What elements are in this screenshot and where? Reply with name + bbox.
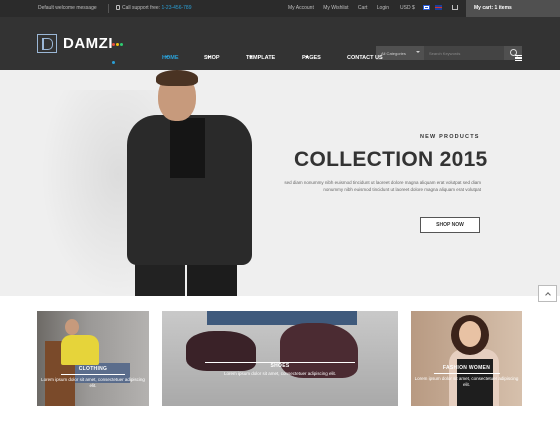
category-select[interactable]: All Categories [376, 46, 424, 60]
account-links: My Account My Wishlist Cart Login [288, 5, 397, 11]
nav-item-label: PAGES [302, 55, 321, 61]
login-link[interactable]: Login [377, 5, 389, 11]
menu-icon[interactable] [515, 55, 522, 62]
cart-link[interactable]: Cart [358, 5, 367, 11]
page: Default welcome message Call support fre… [0, 0, 560, 440]
banner-subtitle: Lorem ipsum dolor sit amet, consectetuer… [223, 371, 337, 376]
nav-item-pages[interactable]: PAGES [302, 55, 321, 61]
banner-subtitle: Lorem ipsum dolor sit amet, consectetuer… [414, 376, 519, 387]
category-select-value: All Categories [381, 51, 406, 56]
banner-subtitle: Lorem ipsum dolor sit amet, consectetuer… [41, 377, 145, 388]
banner-title: SHOES [270, 363, 290, 369]
hero-title: COLLECTION 2015 [294, 148, 488, 171]
divider [108, 4, 109, 13]
language-flag-icon[interactable] [423, 5, 430, 10]
logo-dot [120, 43, 123, 46]
nav-item-label: TEMPLATE [246, 55, 276, 61]
nav-item-label: CONTACT US [347, 55, 383, 61]
hero-tag: NEW PRODUCTS [420, 134, 480, 140]
logo-dot [112, 61, 115, 64]
hero-slider: NEW PRODUCTS COLLECTION 2015 sed diam no… [0, 70, 560, 296]
english-flag-icon[interactable] [435, 5, 442, 10]
shop-now-button[interactable]: SHOP NOW [420, 217, 480, 233]
logo-dot [116, 43, 119, 46]
nav-item-template[interactable]: TEMPLATE [246, 55, 275, 61]
nav-item-label: SHOP [204, 55, 220, 61]
logo-text: DAMZI [63, 35, 113, 52]
header: DAMZI All Categories HOME SHOP TEMPLATE … [0, 17, 560, 70]
banner-shoes[interactable]: SHOES Lorem ipsum dolor sit amet, consec… [162, 311, 398, 406]
banner-caption: FASHION WOMEN Lorem ipsum dolor sit amet… [411, 365, 522, 388]
banner-clothing[interactable]: CLOTHING Lorem ipsum dolor sit amet, con… [37, 311, 149, 406]
scroll-to-top-button[interactable] [538, 285, 557, 302]
welcome-message: Default welcome message [38, 5, 97, 11]
nav-item-home[interactable]: HOME [162, 55, 179, 61]
banner-divider [61, 374, 125, 375]
logo-dot [112, 43, 115, 46]
banner-title: FASHION WOMEN [442, 365, 491, 371]
top-bar: Default welcome message Call support fre… [0, 0, 560, 17]
phone-icon [116, 5, 120, 10]
banner-caption: CLOTHING Lorem ipsum dolor sit amet, con… [37, 366, 149, 389]
banner-divider [433, 373, 500, 374]
my-wishlist-link[interactable]: My Wishlist [323, 5, 348, 11]
nav-item-label: HOME [162, 55, 179, 61]
nav-item-shop[interactable]: SHOP [204, 55, 220, 61]
banner-fashion-women[interactable]: FASHION WOMEN Lorem ipsum dolor sit amet… [411, 311, 522, 406]
cart-icon[interactable] [452, 5, 458, 10]
logo-mark-icon [37, 34, 57, 53]
banner-caption: SHOES Lorem ipsum dolor sit amet, consec… [162, 360, 398, 377]
logo-dots [112, 33, 126, 64]
support-number[interactable]: 1-23-456-789 [161, 5, 191, 11]
mini-cart-button[interactable]: My cart: 1 items [466, 0, 560, 17]
currency-selector[interactable]: USD $ [400, 5, 415, 11]
search-bar: All Categories [376, 46, 522, 60]
support-info: Call support free: 1-23-456-789 [116, 5, 192, 11]
banner-title: CLOTHING [78, 366, 108, 372]
chevron-down-icon [416, 51, 420, 53]
my-account-link[interactable]: My Account [288, 5, 314, 11]
hero-model-image [115, 70, 260, 296]
search-input[interactable] [424, 46, 504, 60]
hero-description: sed diam nonummy nibh euismod tincidunt … [284, 180, 481, 192]
support-label: Call support free: [122, 5, 161, 11]
